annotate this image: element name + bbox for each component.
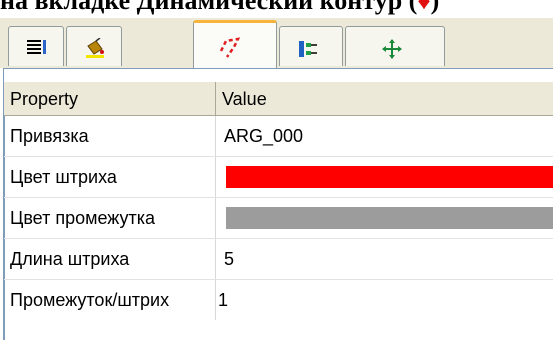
row-label: Привязка xyxy=(4,116,216,156)
dash-color-value[interactable] xyxy=(216,157,553,197)
list-icon xyxy=(27,40,46,54)
row-value[interactable]: 5 xyxy=(216,239,553,279)
tab-move[interactable] xyxy=(345,26,445,66)
header-value[interactable]: Value xyxy=(216,82,553,115)
header-property[interactable]: Property xyxy=(4,82,216,115)
row-value[interactable]: ARG_000 xyxy=(216,116,553,156)
properties-panel: Property Value Привязка ARG_000 Цвет штр… xyxy=(0,0,553,340)
row-label: Цвет штриха xyxy=(4,157,216,197)
tab-properties[interactable] xyxy=(8,26,64,66)
gap-color-value[interactable] xyxy=(216,198,553,238)
dashed-contour-icon xyxy=(219,37,241,58)
move-arrows-icon xyxy=(382,39,402,59)
row-label: Длина штриха xyxy=(4,239,216,279)
row-dash-color[interactable]: Цвет штриха xyxy=(4,157,553,198)
dash-color-swatch[interactable] xyxy=(226,166,553,188)
row-dash-length[interactable]: Длина штриха 5 xyxy=(4,239,553,280)
tab-strip xyxy=(0,18,553,68)
row-gap-ratio[interactable]: Промежуток/штрих 1 xyxy=(4,280,553,321)
tab-dynamic-contour[interactable] xyxy=(193,20,277,68)
tab-connect[interactable] xyxy=(279,26,343,66)
row-label: Цвет промежутка xyxy=(4,198,216,238)
row-binding[interactable]: Привязка ARG_000 xyxy=(4,116,553,157)
paint-bucket-icon xyxy=(86,38,104,58)
tab-fill[interactable] xyxy=(66,26,122,66)
grid-header: Property Value xyxy=(4,82,553,116)
row-label: Промежуток/штрих xyxy=(4,280,216,320)
row-value[interactable]: 1 xyxy=(218,280,553,320)
connector-icon xyxy=(299,41,317,57)
row-gap-color[interactable]: Цвет промежутка xyxy=(4,198,553,239)
gap-color-swatch[interactable] xyxy=(226,207,553,229)
